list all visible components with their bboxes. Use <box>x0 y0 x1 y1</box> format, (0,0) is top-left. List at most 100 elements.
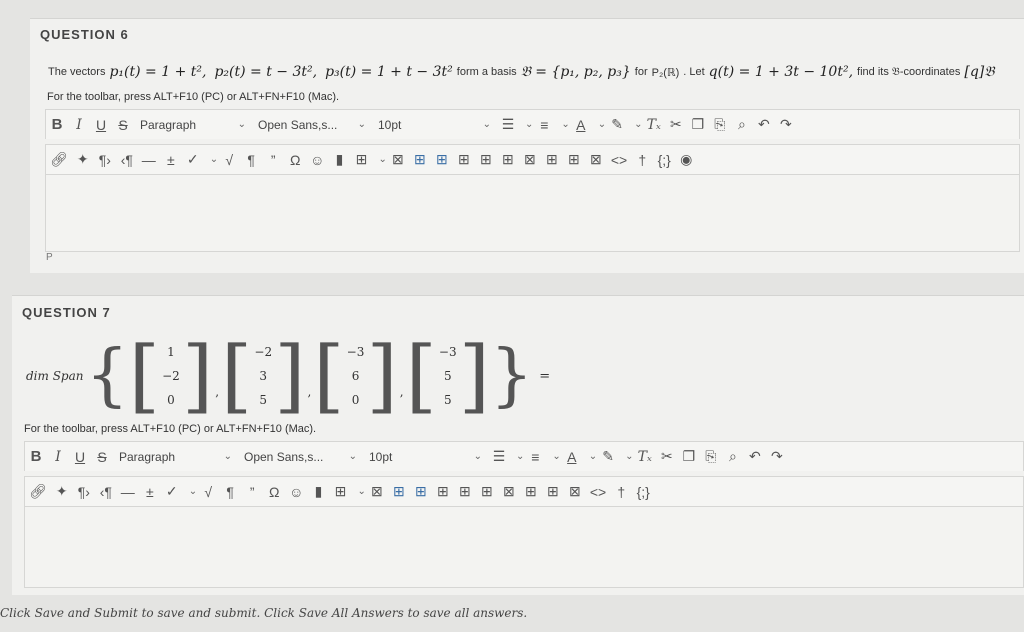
chevron-down-icon[interactable]: ⌄ <box>561 119 569 130</box>
table-clear-icon[interactable]: ⊠ <box>564 480 586 504</box>
table-row-after-icon[interactable]: ⊞ <box>410 480 432 504</box>
bookmark-icon[interactable]: ▮ <box>328 148 350 172</box>
accessibility-icon[interactable]: † <box>631 148 653 172</box>
unlink-icon[interactable]: ✦ <box>72 148 94 172</box>
quote-icon[interactable]: ” <box>241 480 263 504</box>
undo-icon[interactable]: ↶ <box>744 445 766 469</box>
underline-button[interactable]: U <box>69 445 91 469</box>
pilcrow-icon[interactable]: ¶ <box>219 480 241 504</box>
table-row-before-icon[interactable]: ⊞ <box>409 148 431 172</box>
redo-icon[interactable]: ↷ <box>775 113 797 137</box>
chevron-down-icon[interactable]: ⌄ <box>378 154 386 165</box>
chevron-down-icon[interactable]: ⌄ <box>598 119 606 130</box>
plus-minus-icon[interactable]: ± <box>139 480 161 504</box>
answer-editor[interactable] <box>24 506 1024 588</box>
highlight-icon[interactable]: ✎ <box>606 113 628 137</box>
math-icon[interactable]: √ <box>197 480 219 504</box>
chevron-down-icon[interactable]: ⌄ <box>525 119 533 130</box>
json-icon[interactable]: {;} <box>632 480 654 504</box>
chevron-down-icon[interactable]: ⌄ <box>189 486 197 497</box>
omega-icon[interactable]: Ω <box>284 148 306 172</box>
horizontal-rule-icon[interactable]: — <box>138 148 160 172</box>
unlink-icon[interactable]: ✦ <box>51 480 73 504</box>
link-icon[interactable]: 🔗︎ <box>46 148 72 172</box>
table-clear-icon[interactable]: ⊠ <box>585 148 607 172</box>
table-row-before-icon[interactable]: ⊞ <box>388 480 410 504</box>
table-icon[interactable]: ⊞ <box>350 148 372 172</box>
emoji-icon[interactable]: ☺ <box>306 148 328 172</box>
pilcrow-icon[interactable]: ¶ <box>240 148 262 172</box>
quote-icon[interactable]: ” <box>262 148 284 172</box>
emoji-icon[interactable]: ☺ <box>285 480 307 504</box>
paste-icon[interactable]: ⎘ <box>709 113 731 137</box>
table-split-icon[interactable]: ⊠ <box>519 148 541 172</box>
redo-icon[interactable]: ↷ <box>766 445 788 469</box>
search-icon[interactable]: ⌕ <box>722 445 744 469</box>
table-props-icon[interactable]: ⊞ <box>520 480 542 504</box>
table-icon[interactable]: ⊞ <box>329 480 351 504</box>
table-cell-icon[interactable]: ⊞ <box>563 148 585 172</box>
ltr-icon[interactable]: ¶› <box>94 148 116 172</box>
table-delete-icon[interactable]: ⊠ <box>366 480 388 504</box>
underline-button[interactable]: U <box>90 113 112 137</box>
font-select[interactable]: Open Sans,s... ⌄ <box>238 445 363 469</box>
chevron-down-icon[interactable]: ⌄ <box>357 486 365 497</box>
omega-icon[interactable]: Ω <box>263 480 285 504</box>
accessibility-icon[interactable]: † <box>610 480 632 504</box>
preview-icon[interactable]: ◉ <box>675 148 697 172</box>
chevron-down-icon[interactable]: ⌄ <box>552 451 560 462</box>
bold-button[interactable]: B <box>25 445 47 469</box>
clear-format-icon[interactable]: Tₓ <box>634 445 656 469</box>
table-delete-icon[interactable]: ⊠ <box>387 148 409 172</box>
chevron-down-icon[interactable]: ⌄ <box>625 451 633 462</box>
json-icon[interactable]: {;} <box>653 148 675 172</box>
clear-format-icon[interactable]: Tₓ <box>643 113 665 137</box>
cut-icon[interactable]: ✂ <box>665 113 687 137</box>
paragraph-select[interactable]: Paragraph ⌄ <box>134 113 252 137</box>
chevron-down-icon[interactable]: ⌄ <box>210 154 218 165</box>
bold-button[interactable]: B <box>46 113 68 137</box>
paste-icon[interactable]: ⎘ <box>700 445 722 469</box>
strikethrough-button[interactable]: S <box>91 445 113 469</box>
font-select[interactable]: Open Sans,s... ⌄ <box>252 113 372 137</box>
bookmark-icon[interactable]: ▮ <box>307 480 329 504</box>
code-icon[interactable]: <> <box>607 148 631 172</box>
text-color-icon[interactable]: A <box>570 113 592 137</box>
horizontal-rule-icon[interactable]: — <box>117 480 139 504</box>
spellcheck-icon[interactable]: ✓ <box>161 480 183 504</box>
table-merge-icon[interactable]: ⊞ <box>497 148 519 172</box>
table-col-before-icon[interactable]: ⊞ <box>453 148 475 172</box>
italic-button[interactable]: I <box>47 445 69 469</box>
font-size-select[interactable]: 10pt ⌄ <box>363 445 488 469</box>
table-merge-icon[interactable]: ⊞ <box>476 480 498 504</box>
strikethrough-button[interactable]: S <box>112 113 134 137</box>
table-row-after-icon[interactable]: ⊞ <box>431 148 453 172</box>
cut-icon[interactable]: ✂ <box>656 445 678 469</box>
bullet-list-icon[interactable]: ☰ <box>488 445 510 469</box>
copy-icon[interactable]: ❐ <box>678 445 700 469</box>
table-props-icon[interactable]: ⊞ <box>541 148 563 172</box>
table-col-after-icon[interactable]: ⊞ <box>475 148 497 172</box>
chevron-down-icon[interactable]: ⌄ <box>634 119 642 130</box>
table-split-icon[interactable]: ⊠ <box>498 480 520 504</box>
chevron-down-icon[interactable]: ⌄ <box>516 451 524 462</box>
code-icon[interactable]: <> <box>586 480 610 504</box>
text-color-icon[interactable]: A <box>561 445 583 469</box>
ltr-icon[interactable]: ¶› <box>73 480 95 504</box>
table-col-before-icon[interactable]: ⊞ <box>432 480 454 504</box>
chevron-down-icon[interactable]: ⌄ <box>589 451 597 462</box>
numbered-list-icon[interactable]: ≡ <box>533 113 555 137</box>
font-size-select[interactable]: 10pt ⌄ <box>372 113 497 137</box>
plus-minus-icon[interactable]: ± <box>160 148 182 172</box>
answer-editor[interactable] <box>45 174 1020 252</box>
rtl-icon[interactable]: ‹¶ <box>95 480 117 504</box>
spellcheck-icon[interactable]: ✓ <box>182 148 204 172</box>
table-col-after-icon[interactable]: ⊞ <box>454 480 476 504</box>
highlight-icon[interactable]: ✎ <box>597 445 619 469</box>
rtl-icon[interactable]: ‹¶ <box>116 148 138 172</box>
copy-icon[interactable]: ❐ <box>687 113 709 137</box>
search-icon[interactable]: ⌕ <box>731 113 753 137</box>
paragraph-select[interactable]: Paragraph ⌄ <box>113 445 238 469</box>
numbered-list-icon[interactable]: ≡ <box>524 445 546 469</box>
table-cell-icon[interactable]: ⊞ <box>542 480 564 504</box>
